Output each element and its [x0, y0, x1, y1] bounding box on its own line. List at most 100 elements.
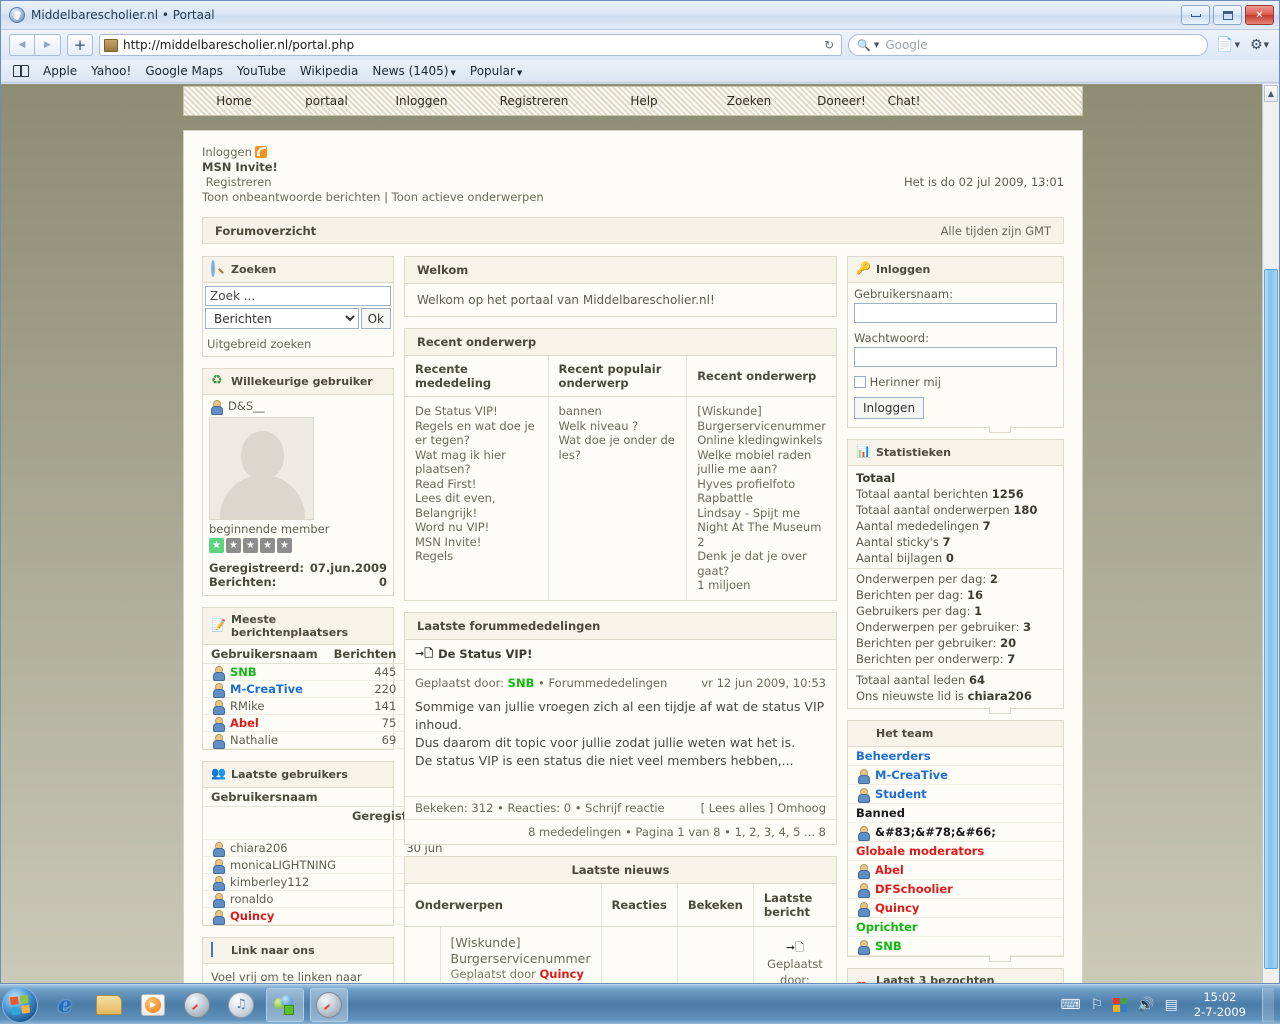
- stat-value[interactable]: chiara206: [968, 689, 1032, 703]
- bookmarks-book-icon[interactable]: [13, 64, 29, 77]
- poster-name[interactable]: Abel: [230, 716, 259, 730]
- link-active-topics[interactable]: Toon actieve onderwerpen: [392, 190, 544, 204]
- read-all-link[interactable]: [ Lees alles ]: [701, 801, 774, 815]
- announcement-pagination[interactable]: 8 mededelingen • Pagina 1 van 8 • 1, 2, …: [405, 818, 836, 844]
- list-item[interactable]: [Wiskunde] Burgerservicenummer: [697, 404, 826, 433]
- list-item[interactable]: Hyves profielfoto: [697, 477, 826, 492]
- list-item[interactable]: Night At The Museum 2: [697, 520, 826, 549]
- login-button[interactable]: Inloggen: [854, 397, 925, 419]
- poster-name[interactable]: Nathalie: [230, 733, 278, 747]
- reload-icon[interactable]: ↻: [821, 38, 837, 52]
- vertical-scrollbar[interactable]: ▲: [1262, 84, 1279, 983]
- username-field[interactable]: [854, 303, 1057, 323]
- list-item[interactable]: Regels en wat doe je er tegen?: [415, 419, 538, 448]
- forum-search-input[interactable]: [205, 286, 391, 306]
- announcement-forum[interactable]: Forummededelingen: [548, 676, 667, 690]
- taskbar-item-media-player[interactable]: ▶: [134, 988, 172, 1022]
- announcement-post-title[interactable]: De Status VIP!: [438, 647, 532, 661]
- poster-name[interactable]: M-CreaTive: [230, 682, 303, 696]
- password-field[interactable]: [854, 347, 1057, 367]
- remember-me-checkbox[interactable]: [854, 376, 866, 388]
- taskbar-item-safari-window[interactable]: [310, 987, 348, 1022]
- list-item[interactable]: Read First!: [415, 477, 538, 492]
- random-user-name[interactable]: D&S__: [228, 399, 265, 413]
- back-button[interactable]: ◀: [9, 34, 35, 56]
- keyboard-icon[interactable]: ⌨: [1060, 997, 1080, 1013]
- user-name[interactable]: kimberley112: [230, 875, 309, 889]
- list-item[interactable]: Denk je dat je over gaat?: [697, 549, 826, 578]
- link-msn-invite[interactable]: MSN Invite!: [202, 160, 1064, 175]
- link-inloggen[interactable]: Inloggen: [202, 145, 252, 159]
- chevron-down-icon[interactable]: ▼: [874, 41, 879, 49]
- nav-chat[interactable]: Chat!: [879, 94, 929, 108]
- search-input[interactable]: 🔍 ▼ Google: [848, 34, 1209, 56]
- team-member[interactable]: Quincy: [875, 901, 919, 915]
- rss-icon[interactable]: [254, 146, 267, 158]
- list-item[interactable]: Quincy: [848, 899, 1063, 918]
- new-tab-button[interactable]: +: [67, 34, 93, 56]
- list-item[interactable]: Welk niveau ?: [559, 419, 677, 434]
- topic-folder-icon[interactable]: ▶: [409, 982, 436, 983]
- minimize-button[interactable]: [1181, 5, 1210, 25]
- clock[interactable]: 15:02 2-7-2009: [1188, 990, 1252, 1020]
- list-item[interactable]: Lees dit even, Belangrijk!: [415, 491, 538, 520]
- nav-inloggen[interactable]: Inloggen: [369, 94, 474, 108]
- taskbar-item-msn-messenger[interactable]: [266, 987, 304, 1022]
- bookmark-apple[interactable]: Apple: [43, 64, 77, 78]
- list-item[interactable]: 1 miljoen: [697, 578, 826, 593]
- bookmark-popular[interactable]: Popular ▼: [470, 64, 522, 78]
- list-item[interactable]: &#83;&#78;&#66;: [848, 823, 1063, 842]
- search-ok-button[interactable]: Ok: [360, 308, 391, 329]
- poster-name[interactable]: RMike: [230, 699, 264, 713]
- forum-overview-title[interactable]: Forumoverzicht: [215, 224, 316, 238]
- flag-icon[interactable]: ⚐: [1091, 997, 1104, 1013]
- forward-button[interactable]: ▶: [35, 34, 61, 56]
- bookmark-wikipedia[interactable]: Wikipedia: [300, 64, 359, 78]
- bookmark-google-maps[interactable]: Google Maps: [145, 64, 223, 78]
- scrollbar-thumb[interactable]: [1264, 269, 1278, 969]
- network-icon[interactable]: ▤: [1165, 997, 1178, 1013]
- topic-title[interactable]: [Wiskunde] Burgerservicenummer: [451, 935, 591, 967]
- team-member[interactable]: Abel: [875, 863, 904, 877]
- address-bar[interactable]: http://middelbarescholier.nl/portal.php …: [99, 34, 843, 56]
- bookmark-yahoo[interactable]: Yahoo!: [91, 64, 131, 78]
- taskbar-item-itunes[interactable]: ♫: [222, 988, 260, 1022]
- taskbar-item-internet-explorer[interactable]: e: [46, 988, 84, 1022]
- list-item[interactable]: Online kledingwinkels: [697, 433, 826, 448]
- list-item[interactable]: DFSchoolier: [848, 880, 1063, 899]
- team-member[interactable]: Student: [875, 787, 927, 801]
- announcement-author[interactable]: SNB: [508, 676, 535, 690]
- nav-doneer[interactable]: Doneer!: [804, 94, 879, 108]
- show-desktop-button[interactable]: [1262, 987, 1274, 1022]
- list-item[interactable]: Wat doe je onder de les?: [559, 433, 677, 462]
- list-item[interactable]: SNB: [848, 937, 1063, 956]
- search-scope-select[interactable]: Berichten: [205, 308, 359, 329]
- scroll-up-arrow[interactable]: ▲: [1264, 85, 1278, 102]
- top-link[interactable]: Omhoog: [777, 801, 826, 815]
- list-item[interactable]: De Status VIP!: [415, 404, 538, 419]
- goto-post-icon[interactable]: ➞🗋: [415, 645, 433, 664]
- nav-zoeken[interactable]: Zoeken: [694, 94, 804, 108]
- nav-help[interactable]: Help: [594, 94, 694, 108]
- page-icon[interactable]: 📄 ▼: [1214, 37, 1242, 53]
- nav-portaal[interactable]: portaal: [284, 94, 369, 108]
- security-icon[interactable]: [1113, 997, 1128, 1012]
- link-registreren[interactable]: Registreren: [206, 175, 272, 189]
- list-item[interactable]: Student: [848, 785, 1063, 804]
- list-item[interactable]: MSN Invite!: [415, 535, 538, 550]
- goto-last-post-icon[interactable]: ➞🗋: [786, 941, 804, 954]
- bookmark-news[interactable]: News (1405) ▼: [372, 64, 456, 78]
- topic-author[interactable]: Quincy: [540, 967, 584, 981]
- list-item[interactable]: Abel: [848, 861, 1063, 880]
- advanced-search-link[interactable]: Uitgebreid zoeken: [207, 337, 311, 351]
- poster-name[interactable]: SNB: [230, 665, 257, 679]
- team-member[interactable]: DFSchoolier: [875, 882, 953, 896]
- nav-registreren[interactable]: Registreren: [474, 94, 594, 108]
- close-button[interactable]: ✕: [1245, 5, 1274, 25]
- taskbar-item-windows-explorer[interactable]: [90, 988, 128, 1022]
- list-item[interactable]: Welke mobiel raden jullie me aan?: [697, 448, 826, 477]
- list-item[interactable]: Lindsay - Spijt me: [697, 506, 826, 521]
- gear-icon[interactable]: ⚙ ▼: [1248, 37, 1271, 53]
- nav-home[interactable]: Home: [184, 94, 284, 108]
- team-member[interactable]: SNB: [875, 939, 902, 953]
